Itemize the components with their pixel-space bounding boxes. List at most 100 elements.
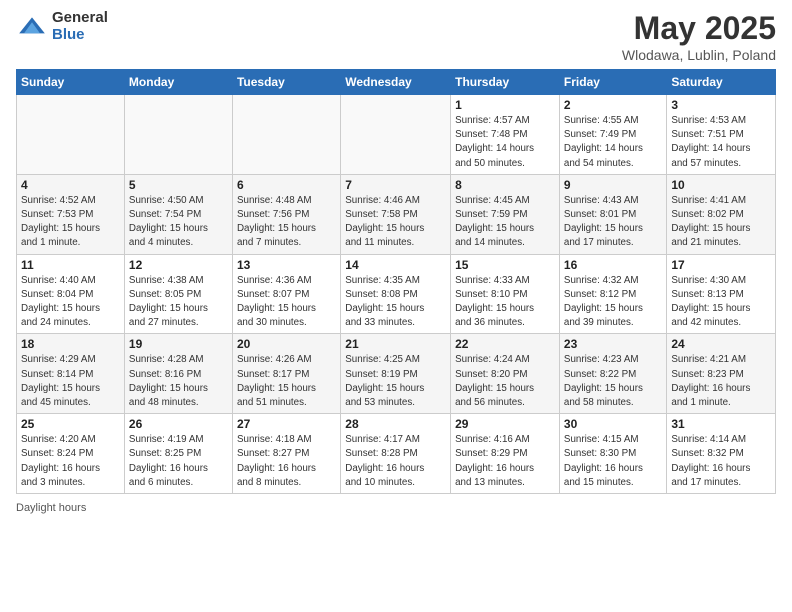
day-number: 13 (237, 258, 336, 272)
day-number: 10 (671, 178, 771, 192)
footer-label: Daylight hours (16, 502, 86, 514)
day-number: 20 (237, 337, 336, 351)
calendar-cell: 7Sunrise: 4:46 AM Sunset: 7:58 PM Daylig… (341, 174, 451, 254)
day-number: 28 (345, 417, 446, 431)
day-info: Sunrise: 4:19 AM Sunset: 8:25 PM Dayligh… (129, 433, 228, 490)
calendar-header-row: SundayMondayTuesdayWednesdayThursdayFrid… (17, 70, 776, 95)
calendar-cell: 13 Sunrise: 4:36 AM Sunset: 8:07 PM Dayli… (232, 254, 340, 334)
day-number: 9 (564, 178, 662, 192)
day-info: Sunrise: 4:33 AM Sunset: 8:10 PM Dayligh… (455, 274, 555, 331)
day-info: Sunrise: 4:28 AM Sunset: 8:16 PM Dayligh… (129, 353, 228, 410)
day-number: 18 (21, 337, 120, 351)
day-info: Sunrise: 4:17 AM Sunset: 8:28 PM Dayligh… (345, 433, 446, 490)
day-info: Sunrise: 4:41 AM Sunset: 8:02 PM Dayligh… (671, 194, 771, 251)
day-number: 6 (237, 178, 336, 192)
day-number: 17 (671, 258, 771, 272)
day-number: 23 (564, 337, 662, 351)
day-number: 7 (345, 178, 446, 192)
calendar-cell: 26 Sunrise: 4:19 AM Sunset: 8:25 PM Dayli… (124, 414, 232, 494)
calendar-cell: 27Sunrise: 4:18 AM Sunset: 8:27 PM Dayli… (232, 414, 340, 494)
calendar-cell (232, 95, 340, 175)
day-info: Sunrise: 4:25 AM Sunset: 8:19 PM Dayligh… (345, 353, 446, 410)
calendar-cell: 31Sunrise: 4:14 AM Sunset: 8:32 PM Dayli… (667, 414, 776, 494)
day-info: Sunrise: 4:20 AM Sunset: 8:24 PM Dayligh… (21, 433, 120, 490)
day-number: 8 (455, 178, 555, 192)
calendar-cell: 11Sunrise: 4:40 AM Sunset: 8:04 PM Dayli… (17, 254, 125, 334)
day-number: 2 (564, 98, 662, 112)
calendar-cell: 12Sunrise: 4:38 AM Sunset: 8:05 PM Dayli… (124, 254, 232, 334)
logo: General Blue (16, 10, 108, 43)
logo-general-text: General (52, 10, 108, 27)
day-number: 11 (21, 258, 120, 272)
calendar-cell: 15 Sunrise: 4:33 AM Sunset: 8:10 PM Dayli… (451, 254, 560, 334)
day-info: Sunrise: 4:23 AM Sunset: 8:22 PM Dayligh… (564, 353, 662, 410)
day-info: Sunrise: 4:52 AM Sunset: 7:53 PM Dayligh… (21, 194, 120, 251)
calendar-cell: 22 Sunrise: 4:24 AM Sunset: 8:20 PM Dayli… (451, 334, 560, 414)
calendar-header-tuesday: Tuesday (232, 70, 340, 95)
day-number: 25 (21, 417, 120, 431)
calendar-cell: 17 Sunrise: 4:30 AM Sunset: 8:13 PM Dayli… (667, 254, 776, 334)
calendar-header-sunday: Sunday (17, 70, 125, 95)
calendar-cell: 24 Sunrise: 4:21 AM Sunset: 8:23 PM Dayli… (667, 334, 776, 414)
logo-blue-text: Blue (52, 27, 108, 44)
day-info: Sunrise: 4:38 AM Sunset: 8:05 PM Dayligh… (129, 274, 228, 331)
calendar-cell: 18 Sunrise: 4:29 AM Sunset: 8:14 PM Dayli… (17, 334, 125, 414)
calendar-cell: 8Sunrise: 4:45 AM Sunset: 7:59 PM Daylig… (451, 174, 560, 254)
calendar-cell (17, 95, 125, 175)
calendar-cell: 21 Sunrise: 4:25 AM Sunset: 8:19 PM Dayli… (341, 334, 451, 414)
day-number: 24 (671, 337, 771, 351)
calendar-cell: 29 Sunrise: 4:16 AM Sunset: 8:29 PM Dayli… (451, 414, 560, 494)
day-number: 30 (564, 417, 662, 431)
calendar-cell: 30Sunrise: 4:15 AM Sunset: 8:30 PM Dayli… (559, 414, 666, 494)
day-info: Sunrise: 4:18 AM Sunset: 8:27 PM Dayligh… (237, 433, 336, 490)
calendar-cell: 25 Sunrise: 4:20 AM Sunset: 8:24 PM Dayli… (17, 414, 125, 494)
calendar-week-3: 11Sunrise: 4:40 AM Sunset: 8:04 PM Dayli… (17, 254, 776, 334)
day-number: 29 (455, 417, 555, 431)
title-month: May 2025 (622, 10, 776, 47)
calendar-cell: 4 Sunrise: 4:52 AM Sunset: 7:53 PM Daylig… (17, 174, 125, 254)
calendar-cell: 28 Sunrise: 4:17 AM Sunset: 8:28 PM Dayli… (341, 414, 451, 494)
calendar-cell: 10 Sunrise: 4:41 AM Sunset: 8:02 PM Dayli… (667, 174, 776, 254)
calendar-header-monday: Monday (124, 70, 232, 95)
calendar-cell: 1 Sunrise: 4:57 AM Sunset: 7:48 PM Daylig… (451, 95, 560, 175)
day-info: Sunrise: 4:48 AM Sunset: 7:56 PM Dayligh… (237, 194, 336, 251)
day-number: 15 (455, 258, 555, 272)
day-info: Sunrise: 4:55 AM Sunset: 7:49 PM Dayligh… (564, 114, 662, 171)
header: General Blue May 2025 Wlodawa, Lublin, P… (16, 10, 776, 63)
calendar-cell: 19 Sunrise: 4:28 AM Sunset: 8:16 PM Dayli… (124, 334, 232, 414)
day-number: 1 (455, 98, 555, 112)
day-info: Sunrise: 4:26 AM Sunset: 8:17 PM Dayligh… (237, 353, 336, 410)
calendar-week-2: 4 Sunrise: 4:52 AM Sunset: 7:53 PM Daylig… (17, 174, 776, 254)
day-info: Sunrise: 4:35 AM Sunset: 8:08 PM Dayligh… (345, 274, 446, 331)
day-number: 4 (21, 178, 120, 192)
calendar-cell: 2 Sunrise: 4:55 AM Sunset: 7:49 PM Daylig… (559, 95, 666, 175)
day-number: 14 (345, 258, 446, 272)
calendar-cell: 9 Sunrise: 4:43 AM Sunset: 8:01 PM Daylig… (559, 174, 666, 254)
day-number: 22 (455, 337, 555, 351)
day-info: Sunrise: 4:24 AM Sunset: 8:20 PM Dayligh… (455, 353, 555, 410)
day-number: 19 (129, 337, 228, 351)
calendar-week-5: 25 Sunrise: 4:20 AM Sunset: 8:24 PM Dayli… (17, 414, 776, 494)
calendar-cell: 16Sunrise: 4:32 AM Sunset: 8:12 PM Dayli… (559, 254, 666, 334)
day-info: Sunrise: 4:30 AM Sunset: 8:13 PM Dayligh… (671, 274, 771, 331)
day-number: 26 (129, 417, 228, 431)
day-info: Sunrise: 4:16 AM Sunset: 8:29 PM Dayligh… (455, 433, 555, 490)
day-number: 21 (345, 337, 446, 351)
day-info: Sunrise: 4:57 AM Sunset: 7:48 PM Dayligh… (455, 114, 555, 171)
logo-text: General Blue (52, 10, 108, 43)
calendar-week-4: 18 Sunrise: 4:29 AM Sunset: 8:14 PM Dayli… (17, 334, 776, 414)
day-info: Sunrise: 4:43 AM Sunset: 8:01 PM Dayligh… (564, 194, 662, 251)
day-number: 3 (671, 98, 771, 112)
day-info: Sunrise: 4:21 AM Sunset: 8:23 PM Dayligh… (671, 353, 771, 410)
calendar-cell: 23 Sunrise: 4:23 AM Sunset: 8:22 PM Dayli… (559, 334, 666, 414)
calendar: SundayMondayTuesdayWednesdayThursdayFrid… (16, 69, 776, 494)
calendar-week-1: 1 Sunrise: 4:57 AM Sunset: 7:48 PM Daylig… (17, 95, 776, 175)
calendar-header-wednesday: Wednesday (341, 70, 451, 95)
calendar-cell: 20 Sunrise: 4:26 AM Sunset: 8:17 PM Dayli… (232, 334, 340, 414)
day-info: Sunrise: 4:32 AM Sunset: 8:12 PM Dayligh… (564, 274, 662, 331)
day-info: Sunrise: 4:29 AM Sunset: 8:14 PM Dayligh… (21, 353, 120, 410)
day-number: 5 (129, 178, 228, 192)
calendar-header-thursday: Thursday (451, 70, 560, 95)
day-info: Sunrise: 4:36 AM Sunset: 8:07 PM Dayligh… (237, 274, 336, 331)
calendar-header-saturday: Saturday (667, 70, 776, 95)
